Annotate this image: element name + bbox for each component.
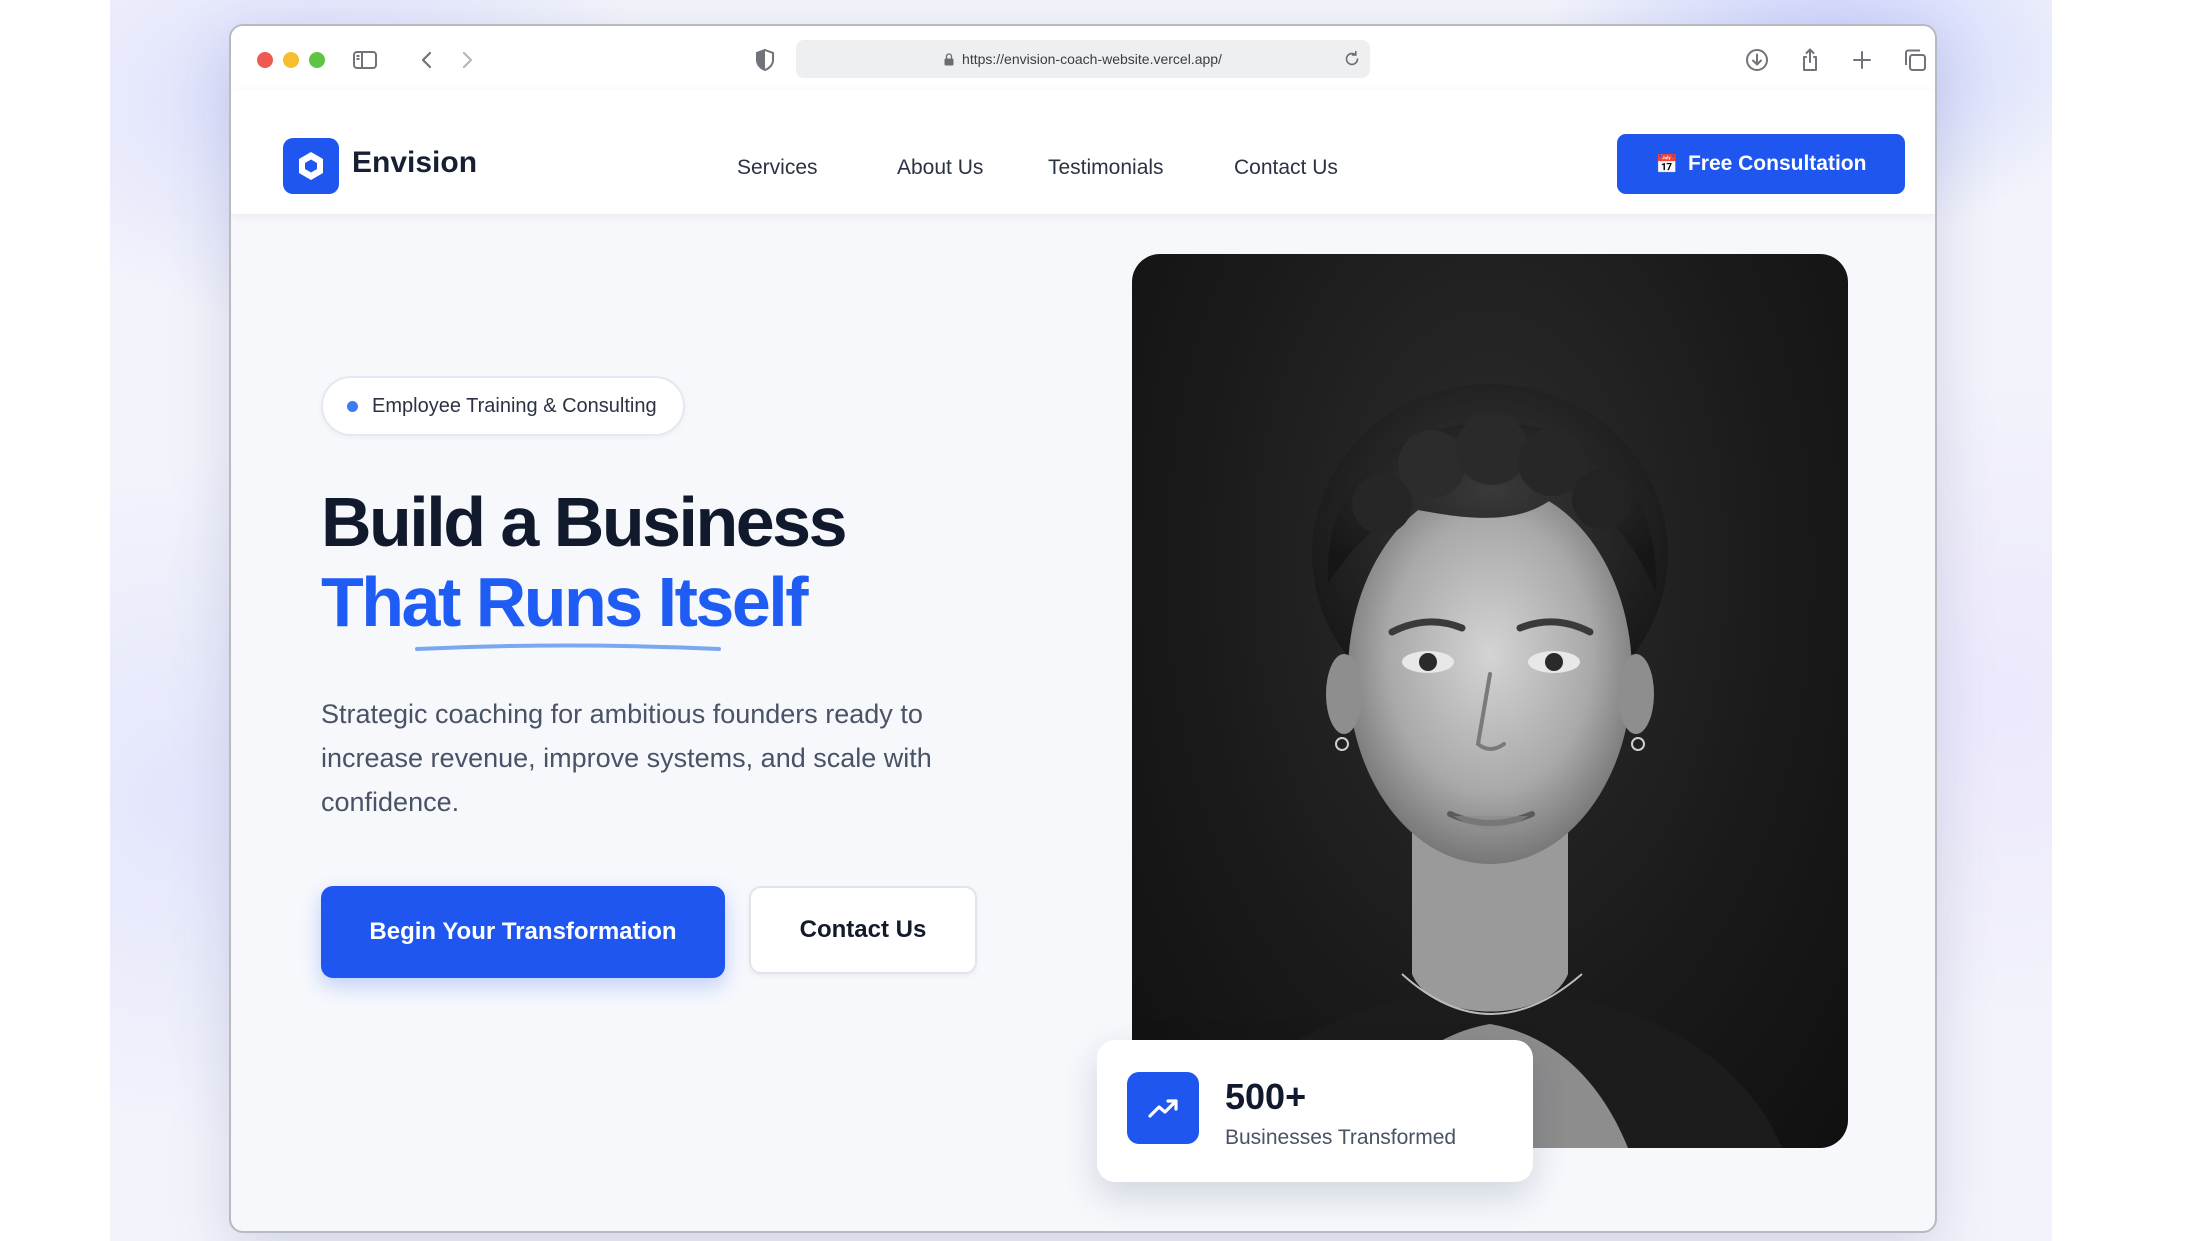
trending-up-icon	[1127, 1072, 1199, 1144]
address-bar[interactable]: https://envision-coach-website.vercel.ap…	[796, 40, 1370, 78]
contact-us-button[interactable]: Contact Us	[749, 886, 977, 974]
site-header: Envision Services About Us Testimonials …	[231, 90, 1935, 214]
privacy-shield-icon[interactable]	[751, 46, 779, 74]
brand-name[interactable]: Envision	[352, 146, 477, 180]
minimize-window-button[interactable]	[283, 52, 299, 68]
hexagon-logo-icon	[299, 152, 323, 180]
category-badge: Employee Training & Consulting	[321, 376, 685, 436]
hero-subtext: Strategic coaching for ambitious founder…	[321, 699, 932, 817]
begin-transformation-button[interactable]: Begin Your Transformation	[321, 886, 725, 978]
nav-link-about-us[interactable]: About Us	[897, 156, 983, 180]
nav-link-contact-us[interactable]: Contact Us	[1234, 156, 1338, 180]
forward-icon[interactable]	[453, 46, 481, 74]
stat-card: 500+ Businesses Transformed	[1097, 1040, 1533, 1182]
new-tab-icon[interactable]	[1848, 46, 1876, 74]
nav-link-testimonials[interactable]: Testimonials	[1048, 156, 1164, 180]
stat-label: Businesses Transformed	[1225, 1126, 1457, 1149]
headline-line-2: That Runs Itself	[321, 563, 809, 641]
badge-dot-icon	[347, 400, 358, 412]
close-window-button[interactable]	[257, 52, 273, 68]
headline-line-1: Build a Business	[321, 483, 848, 561]
lock-icon	[944, 52, 954, 65]
reload-icon[interactable]	[1342, 49, 1362, 69]
coach-portrait-image	[1132, 254, 1848, 1148]
headline-underline	[415, 643, 721, 651]
browser-toolbar: https://envision-coach-website.vercel.ap…	[231, 26, 1935, 90]
back-icon[interactable]	[413, 46, 441, 74]
maximize-window-button[interactable]	[309, 52, 325, 68]
stat-value: 500+	[1225, 1076, 1307, 1117]
tab-overview-icon[interactable]	[1901, 46, 1929, 74]
free-consultation-button[interactable]: 📅 Free Consultation	[1617, 134, 1905, 194]
calendar-icon: 📅	[1655, 153, 1678, 174]
free-consultation-label: Free Consultation	[1687, 152, 1867, 175]
url-text: https://envision-coach-website.vercel.ap…	[962, 51, 1222, 67]
browser-window: https://envision-coach-website.vercel.ap…	[229, 24, 1937, 1233]
badge-label: Employee Training & Consulting	[372, 394, 657, 417]
share-icon[interactable]	[1796, 46, 1824, 74]
nav-link-services[interactable]: Services	[737, 156, 818, 180]
download-icon[interactable]	[1743, 46, 1771, 74]
logo-mark[interactable]	[283, 138, 339, 194]
sidebar-toggle-icon[interactable]	[351, 46, 379, 74]
